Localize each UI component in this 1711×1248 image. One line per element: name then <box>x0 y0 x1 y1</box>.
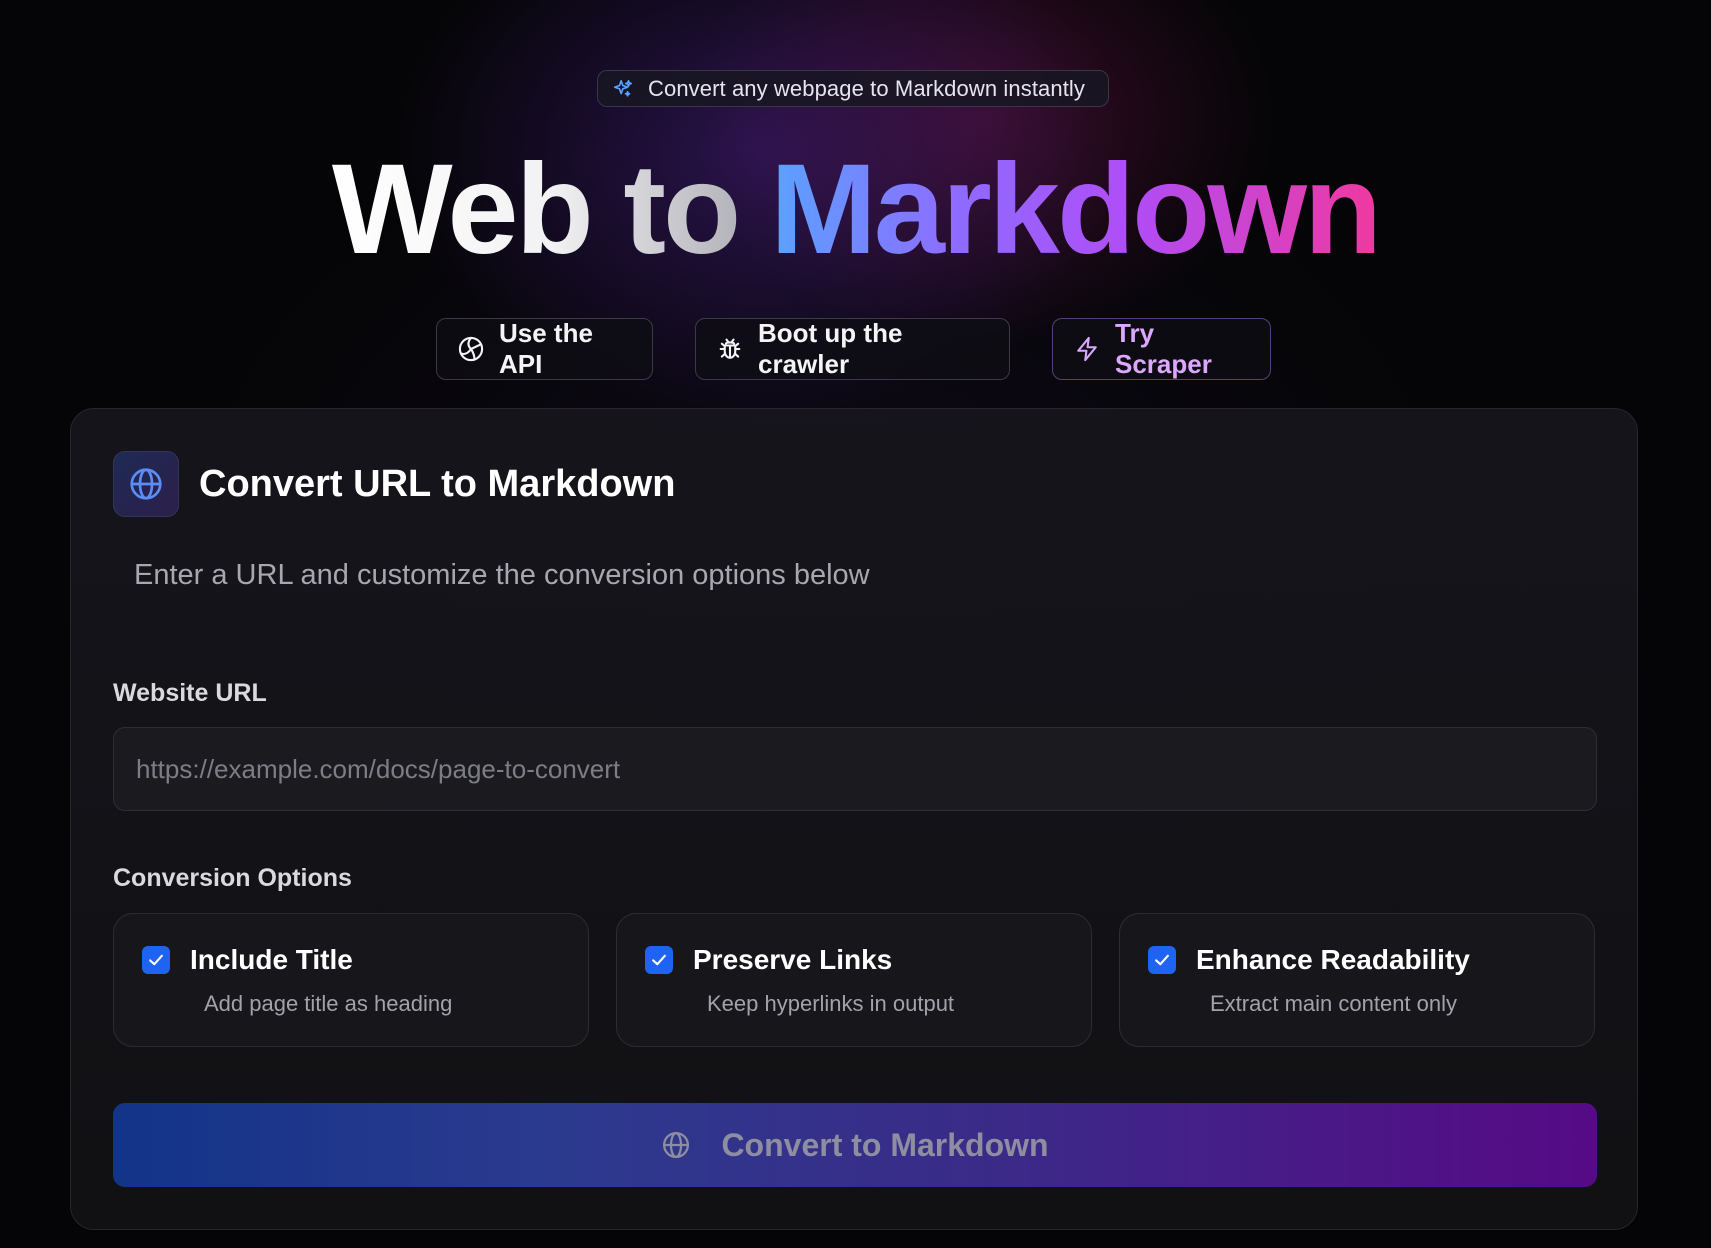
option-description: Add page title as heading <box>204 991 453 1016</box>
option-include-title[interactable]: Include Title Add page title as heading <box>113 913 589 1047</box>
website-url-label: Website URL <box>113 679 267 707</box>
api-icon <box>457 335 485 363</box>
option-title: Enhance Readability <box>1196 944 1470 975</box>
try-scraper-label: Try Scraper <box>1115 318 1212 379</box>
preserve-links-checkbox[interactable] <box>645 946 673 974</box>
converter-card: Convert URL to Markdown Enter a URL and … <box>70 408 1638 1230</box>
card-description: Enter a URL and customize the conversion… <box>134 559 870 591</box>
title-plain-text: Web to <box>332 146 770 274</box>
page-title: Web to Markdown <box>0 140 1711 280</box>
website-url-input[interactable] <box>113 727 1597 811</box>
option-title: Preserve Links <box>693 944 893 975</box>
boot-crawler-button[interactable]: Boot up the crawler <box>695 318 1010 380</box>
announcement-badge: Convert any webpage to Markdown instantl… <box>597 70 1109 107</box>
badge-text: Convert any webpage to Markdown instantl… <box>648 75 1085 101</box>
use-api-label: Use the API <box>499 318 593 379</box>
globe-icon <box>113 451 179 517</box>
convert-button-label: Convert to Markdown <box>721 1126 1049 1163</box>
conversion-options-label: Conversion Options <box>113 864 352 892</box>
page: Convert any webpage to Markdown instantl… <box>0 0 1711 1248</box>
try-scraper-button[interactable]: Try Scraper <box>1052 318 1271 380</box>
zap-icon <box>1073 335 1101 363</box>
option-preserve-links[interactable]: Preserve Links Keep hyperlinks in output <box>616 913 1092 1047</box>
convert-to-markdown-button[interactable]: Convert to Markdown <box>113 1103 1597 1187</box>
option-enhance-readability[interactable]: Enhance Readability Extract main content… <box>1119 913 1595 1047</box>
include-title-checkbox[interactable] <box>142 946 170 974</box>
enhance-readability-checkbox[interactable] <box>1148 946 1176 974</box>
use-api-button[interactable]: Use the API <box>436 318 653 380</box>
check-icon <box>652 954 666 966</box>
option-description: Keep hyperlinks in output <box>707 991 955 1016</box>
bug-icon <box>716 335 744 363</box>
title-gradient-text: Markdown <box>770 138 1382 281</box>
boot-crawler-label: Boot up the crawler <box>758 318 903 379</box>
check-icon <box>1155 954 1169 966</box>
card-title: Convert URL to Markdown <box>199 463 676 505</box>
globe-icon <box>661 1130 691 1160</box>
sparkles-icon <box>612 78 634 100</box>
option-description: Extract main content only <box>1210 991 1458 1016</box>
option-title: Include Title <box>190 944 353 975</box>
check-icon <box>149 954 163 966</box>
